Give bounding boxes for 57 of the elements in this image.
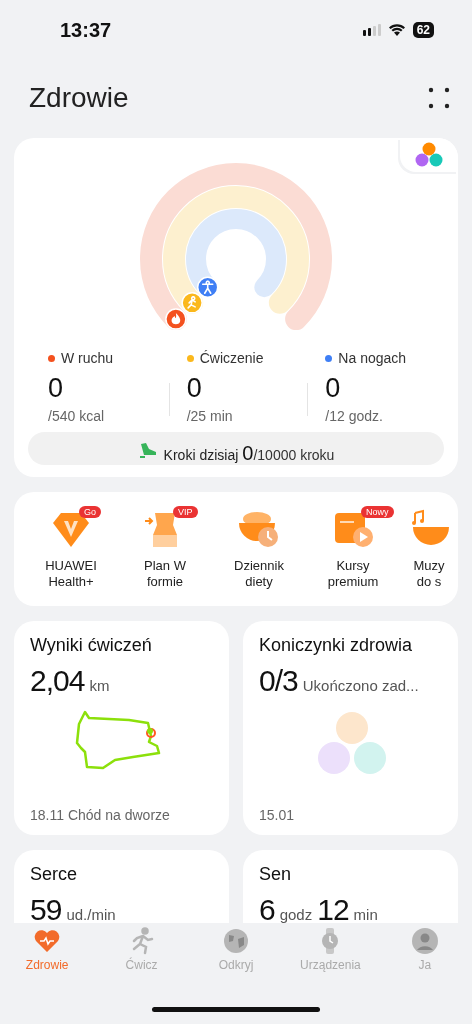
runner-icon <box>181 292 203 314</box>
metric-label: W ruchu <box>61 350 114 366</box>
card-unit: ud./min <box>66 906 116 923</box>
card-value: 0/3 <box>259 664 298 698</box>
wifi-icon <box>388 24 405 36</box>
metric-value: 0 <box>325 372 342 404</box>
service-item[interactable]: VIP Plan W formie <box>118 504 212 606</box>
card-unit: km <box>89 677 110 694</box>
globe-icon <box>222 927 250 955</box>
card-value: 6 <box>259 893 275 923</box>
status-time: 13:37 <box>60 18 112 42</box>
activity-card[interactable]: W ruchu 0 /540 kcal Ćwiczenie 0 /25 min Na nogach 0 /12 godz. Kroki dzisiaj 0/10000 kroku <box>14 138 458 477</box>
steps-bar[interactable]: Kroki dzisiaj 0/10000 kroku <box>28 432 444 465</box>
steps-goal: /10000 kroku <box>253 447 335 463</box>
service-badge: Go <box>79 506 101 518</box>
metric-label: Ćwiczenie <box>199 350 264 366</box>
service-item[interactable]: Dziennik diety <box>212 504 306 606</box>
metric-label: Na nogach <box>338 350 407 366</box>
card-unit: Ukończono zad... <box>302 677 419 694</box>
card-title: Serce <box>30 864 79 885</box>
clover-icon <box>415 142 443 168</box>
card-date: 18.11 Chód na dworze <box>30 807 171 823</box>
card-title: Koniczynki zdrowia <box>259 635 414 656</box>
flame-icon <box>165 308 187 330</box>
card-value: 12 <box>317 893 349 923</box>
battery-level: 62 <box>412 22 434 38</box>
service-item[interactable]: Muzy do s <box>400 504 458 606</box>
metric-goal: /25 min <box>186 408 234 424</box>
steps-label: Kroki dzisiaj <box>163 447 239 463</box>
service-badge: VIP <box>173 506 198 518</box>
card-unit: godz <box>279 906 313 923</box>
person-icon <box>410 927 439 955</box>
card-value: 59 <box>30 893 62 923</box>
metric-value: 0 <box>186 372 203 404</box>
card-title: Sen <box>259 864 293 885</box>
metric-goal: /12 godz. <box>325 408 384 424</box>
service-badge: Nowy <box>361 506 394 518</box>
summary-card[interactable]: Sen 6 godz 12 min <box>243 850 458 923</box>
summary-card[interactable]: Serce 59 ud./min <box>14 850 229 923</box>
summary-card[interactable]: Koniczynki zdrowia 0/3 Ukończono zad... 15.01 <box>243 621 458 835</box>
metric-goal: /540 kcal <box>48 408 106 424</box>
steps-value: 0 <box>242 442 254 465</box>
more-icon[interactable] <box>428 87 450 109</box>
signal-icon <box>362 24 381 36</box>
page-title: Zdrowie <box>29 82 129 114</box>
heart-icon <box>33 927 62 955</box>
service-item[interactable]: Go HUAWEI Health+ <box>24 504 118 606</box>
card-title: Wyniki ćwiczeń <box>30 635 153 656</box>
card-date: 15.01 <box>259 807 296 823</box>
summary-card[interactable]: Wyniki ćwiczeń 2,04 km 18.11 Chód na dworze <box>14 621 229 835</box>
clover-button[interactable] <box>400 138 458 172</box>
service-item[interactable]: Nowy Kursy premium <box>306 504 400 606</box>
card-value: 2,04 <box>30 664 85 698</box>
card-unit: min <box>353 906 378 923</box>
bowl-clock-icon <box>237 509 281 549</box>
metric-value: 0 <box>48 372 65 404</box>
shoe-icon <box>137 441 158 458</box>
